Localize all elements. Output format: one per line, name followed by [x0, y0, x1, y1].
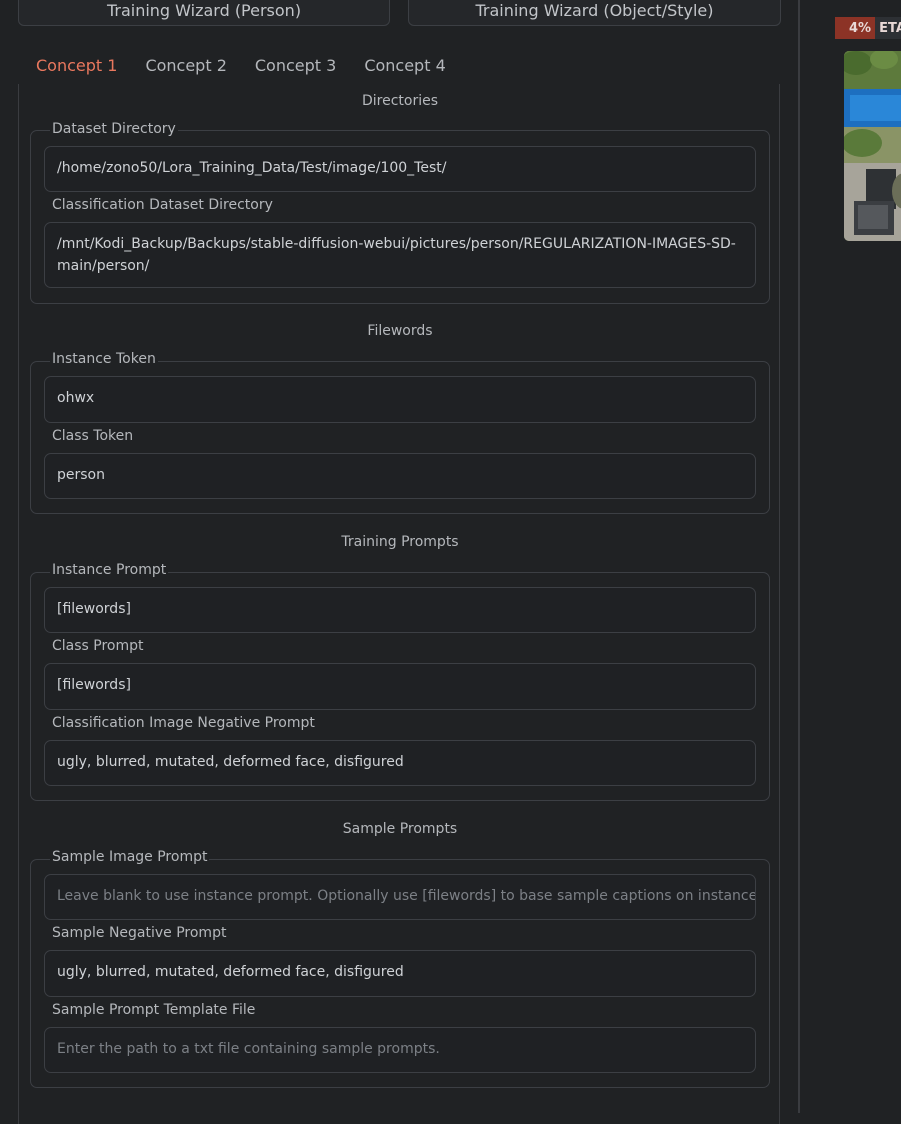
instance-token-label: Instance Token [50, 351, 158, 367]
tab-concept-3[interactable]: Concept 3 [241, 52, 350, 82]
tab-concept-1[interactable]: Concept 1 [22, 52, 131, 82]
class-token-input[interactable]: person [44, 453, 756, 499]
dataset-directory-input[interactable]: /home/zono50/Lora_Training_Data/Test/ima… [44, 146, 756, 192]
preview-image-graphic [844, 51, 901, 241]
class-token-label: Class Token [50, 428, 136, 444]
sample-prompts-section-title: Sample Prompts [342, 821, 458, 837]
progress-bar: 4% ETA: [835, 17, 901, 39]
class-prompt-input[interactable]: [filewords] [44, 663, 756, 710]
concept-tabs: Concept 1 Concept 2 Concept 3 Concept 4 [22, 52, 460, 82]
training-prompts-section-title: Training Prompts [341, 534, 459, 550]
classification-negative-prompt-input[interactable]: ugly, blurred, mutated, deformed face, d… [44, 740, 756, 786]
progress-percent: 4% [835, 17, 876, 39]
classification-directory-input[interactable]: /mnt/Kodi_Backup/Backups/stable-diffusio… [44, 222, 756, 288]
filewords-section-title: Filewords [367, 323, 433, 339]
instance-prompt-input[interactable]: [filewords] [44, 587, 756, 633]
sample-negative-prompt-input[interactable]: ugly, blurred, mutated, deformed face, d… [44, 950, 756, 997]
training-wizard-object-style-button[interactable]: Training Wizard (Object/Style) [408, 0, 781, 26]
output-pane: 4% ETA: [802, 0, 901, 1113]
training-settings-pane: Training Wizard (Person) Training Wizard… [0, 0, 800, 1124]
sample-negative-prompt-label: Sample Negative Prompt [50, 925, 229, 941]
classification-negative-prompt-label: Classification Image Negative Prompt [50, 715, 317, 731]
class-prompt-label: Class Prompt [50, 638, 146, 654]
classification-directory-label: Classification Dataset Directory [50, 197, 275, 213]
sample-preview-image[interactable] [844, 51, 901, 241]
tab-concept-4[interactable]: Concept 4 [350, 52, 459, 82]
directories-section-title: Directories [361, 93, 439, 109]
tab-concept-2[interactable]: Concept 2 [131, 52, 240, 82]
instance-token-input[interactable]: ohwx [44, 376, 756, 423]
sample-image-prompt-input[interactable]: Leave blank to use instance prompt. Opti… [44, 874, 756, 920]
sample-template-file-label: Sample Prompt Template File [50, 1002, 258, 1018]
sample-image-prompt-label: Sample Image Prompt [50, 849, 210, 865]
progress-eta: ETA: [875, 17, 901, 39]
concept-1-panel: Directories Dataset Directory /home/zono… [18, 84, 780, 1124]
sample-template-file-input[interactable]: Enter the path to a txt file containing … [44, 1027, 756, 1073]
training-wizard-person-button[interactable]: Training Wizard (Person) [18, 0, 390, 26]
dataset-directory-label: Dataset Directory [50, 121, 178, 137]
instance-prompt-label: Instance Prompt [50, 562, 169, 578]
